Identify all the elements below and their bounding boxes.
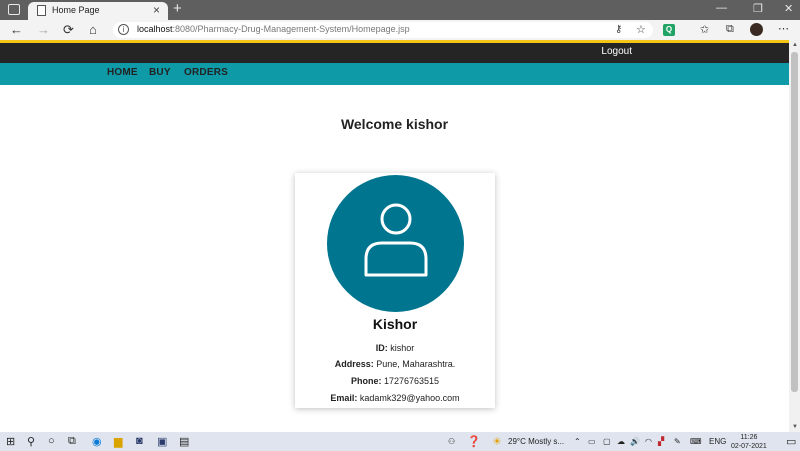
browser-tab-strip: Home Page × + — ❐ ✕ [0, 0, 800, 20]
back-button[interactable]: ← [10, 22, 23, 37]
cloud-icon: ☁ [617, 437, 625, 446]
file-explorer-icon[interactable]: ▆ [114, 435, 122, 448]
minimize-button[interactable]: — [716, 2, 727, 14]
profile-card: Kishor ID: kishor Address: Pune, Maharas… [295, 173, 495, 408]
pen-icon: ✎ [674, 437, 681, 446]
search-icon[interactable]: ⚲ [27, 435, 35, 448]
avatar [327, 175, 464, 312]
add-favorite-icon[interactable]: ☆ [636, 23, 646, 36]
edge-icon[interactable]: ◉ [92, 435, 102, 448]
task-view-icon[interactable]: ⧉ [68, 435, 76, 448]
logout-link[interactable]: Logout [601, 46, 632, 57]
taskbar: ⊞ ⚲ ○ ⧉ ◉ ▆ ◙ ▣ ▤ ⚇ ❓ ☀ 29°C Mostly s...… [0, 432, 800, 451]
volume-icon[interactable]: 🔊 [630, 437, 640, 446]
profile-name: Kishor [372, 316, 418, 332]
restore-button[interactable]: ❐ [753, 2, 763, 15]
forward-button[interactable]: → [37, 22, 50, 37]
tab-close-icon[interactable]: × [153, 3, 160, 17]
device-icon: ▢ [603, 437, 611, 446]
cortana-icon[interactable]: ○ [48, 435, 55, 447]
nav-home[interactable]: HOME [107, 67, 138, 78]
extension-icon[interactable]: Q [663, 24, 675, 36]
system-clock[interactable]: 11:26 02-07-2021 [731, 433, 767, 451]
help-icon[interactable]: ❓ [467, 435, 481, 448]
new-tab-button[interactable]: + [173, 0, 182, 17]
welcome-heading: Welcome kishor [340, 116, 449, 132]
more-menu-icon[interactable]: ⋯ [778, 22, 789, 35]
home-button[interactable]: ⌂ [89, 22, 97, 37]
profile-avatar[interactable] [750, 23, 763, 36]
clock-time: 11:26 [740, 434, 758, 441]
tab-title: Home Page [52, 5, 100, 15]
close-window-button[interactable]: ✕ [784, 2, 793, 15]
page-viewport: Logout HOME BUY ORDERS Welcome kishor Ki… [0, 40, 789, 432]
top-bar: Logout [0, 40, 789, 63]
page-scrollbar[interactable]: ▲ ▼ [789, 40, 800, 432]
main-nav: HOME BUY ORDERS [0, 63, 789, 85]
nav-orders[interactable]: ORDERS [184, 67, 228, 78]
site-info-icon[interactable]: i [118, 24, 129, 35]
profile-id: ID: kishor [375, 343, 415, 353]
start-icon[interactable]: ⊞ [6, 435, 15, 448]
tab-actions-icon[interactable] [8, 4, 20, 15]
keyboard-icon[interactable]: ⌨ [690, 437, 702, 446]
language-indicator[interactable]: ENG [709, 437, 726, 446]
wifi-icon[interactable]: ◠ [645, 437, 652, 446]
profile-address: Address: Pune, Maharashtra. [334, 359, 456, 369]
scrollbar-thumb[interactable] [791, 52, 798, 392]
terminal-app-icon[interactable]: ▣ [157, 435, 167, 448]
user-icon [364, 203, 428, 277]
antivirus-icon: ▞ [658, 437, 665, 446]
tab-home-page[interactable]: Home Page × [28, 2, 168, 20]
scroll-down-icon[interactable]: ▼ [792, 424, 798, 430]
nav-buy[interactable]: BUY [149, 67, 171, 78]
url-text: localhost:8080/Pharmacy-Drug-Management-… [137, 24, 410, 34]
battery-icon: ▭ [588, 437, 596, 446]
weather-text[interactable]: 29°C Mostly s... [508, 437, 564, 446]
page-icon [37, 5, 46, 16]
console-icon[interactable]: ▤ [179, 435, 189, 448]
notifications-icon[interactable]: ▭ [786, 435, 796, 448]
address-bar[interactable]: i localhost:8080/Pharmacy-Drug-Managemen… [113, 22, 653, 38]
reload-button[interactable]: ⟳ [63, 22, 74, 38]
favorites-icon[interactable]: ✩ [700, 23, 709, 36]
profile-email: Email: kadamk329@yahoo.com [330, 393, 460, 403]
profile-phone: Phone: 17276763515 [350, 376, 440, 386]
scroll-up-icon[interactable]: ▲ [792, 42, 798, 48]
chevron-up-icon[interactable]: ⌃ [574, 437, 581, 446]
weather-icon: ☀ [492, 436, 502, 448]
clock-date: 02-07-2021 [731, 443, 767, 450]
key-icon[interactable]: ⚷ [615, 24, 622, 35]
app-icon[interactable]: ◙ [136, 435, 143, 447]
people-icon[interactable]: ⚇ [448, 437, 455, 446]
collections-icon[interactable]: ⧉ [726, 23, 734, 36]
browser-toolbar: ← → ⟳ ⌂ i localhost:8080/Pharmacy-Drug-M… [0, 20, 800, 40]
